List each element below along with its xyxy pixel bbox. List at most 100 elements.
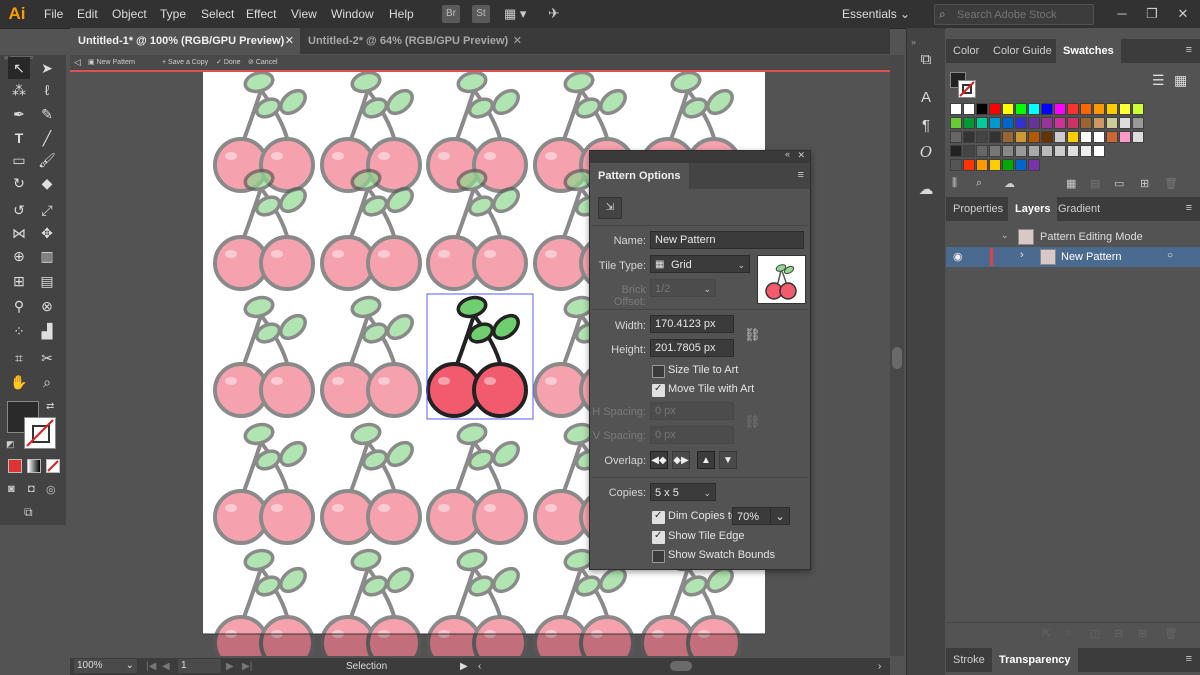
collapse-icon[interactable]: «: [785, 149, 790, 159]
menu-view[interactable]: View: [285, 0, 323, 28]
copies-select[interactable]: 5 x 5 ⌄: [650, 483, 716, 501]
swatch[interactable]: [989, 145, 1001, 157]
panel-menu-icon[interactable]: ≡: [1186, 44, 1192, 56]
layer-row-new-pattern[interactable]: ◉ › New Pattern ○: [946, 247, 1200, 267]
swatch[interactable]: [1028, 117, 1040, 129]
swatch[interactable]: [1028, 103, 1040, 115]
hscroll-left-icon[interactable]: ‹: [478, 658, 481, 675]
cloud-library-icon[interactable]: ☁: [1004, 177, 1015, 190]
swatch[interactable]: [950, 117, 962, 129]
v-spacing-field[interactable]: [650, 426, 734, 444]
swatch[interactable]: [976, 145, 988, 157]
back-arrow-icon[interactable]: ◁: [74, 55, 81, 70]
zoom-select[interactable]: 100% ⌄: [74, 659, 137, 673]
tile-type-select[interactable]: ▦ Grid ⌄: [650, 255, 750, 273]
swatch[interactable]: [1067, 117, 1079, 129]
close-window-button[interactable]: ✕: [1168, 0, 1198, 28]
line-tool-icon[interactable]: ╱: [36, 127, 58, 149]
magic-wand-tool-icon[interactable]: ⁂: [8, 79, 30, 101]
hand-tool-icon[interactable]: ✋: [8, 371, 30, 393]
screen-mode-icon[interactable]: ⧉: [24, 505, 33, 520]
swatch[interactable]: [1119, 103, 1131, 115]
opentype-panel-icon[interactable]: O: [916, 142, 936, 162]
swatch[interactable]: [1054, 117, 1066, 129]
tab-stroke[interactable]: Stroke: [946, 648, 992, 672]
dim-copies-dropdown[interactable]: ⌄: [770, 507, 790, 525]
thumbnail-view-icon[interactable]: ▦: [1174, 72, 1187, 89]
swatch[interactable]: [1093, 145, 1105, 157]
swatch[interactable]: [1080, 117, 1092, 129]
delete-swatch-icon[interactable]: 🗑: [1164, 177, 1178, 190]
tab-properties[interactable]: Properties: [946, 197, 1010, 221]
mesh-tool-icon[interactable]: ⊞: [8, 270, 30, 292]
swatch[interactable]: [1028, 131, 1040, 143]
swatch[interactable]: [989, 159, 1001, 171]
arrange-documents-icon[interactable]: ▦ ▾: [504, 6, 526, 22]
swatch[interactable]: [976, 103, 988, 115]
none-mode-icon[interactable]: [46, 459, 60, 473]
locate-object-icon[interactable]: ⌕: [1066, 627, 1072, 640]
minimize-button[interactable]: ─: [1107, 0, 1137, 28]
stock-icon[interactable]: St: [472, 5, 490, 23]
direct-selection-tool-icon[interactable]: ➤: [36, 57, 58, 79]
stock-search-box[interactable]: ⌕: [934, 4, 1094, 25]
swatch-options-icon[interactable]: ▦: [1066, 177, 1076, 190]
swatch[interactable]: [1080, 131, 1092, 143]
scale-tool-icon[interactable]: ⤢: [36, 199, 58, 221]
swatch[interactable]: [1119, 131, 1131, 143]
swatch[interactable]: [963, 117, 975, 129]
swatch[interactable]: [963, 103, 975, 115]
size-tile-to-art-checkbox[interactable]: [652, 365, 665, 378]
swatch[interactable]: [1132, 103, 1144, 115]
swatch[interactable]: [1132, 117, 1144, 129]
draw-behind-icon[interactable]: ◘: [28, 483, 35, 495]
overlap-left-in-front-icon[interactable]: ◀◆: [650, 451, 668, 469]
curvature-tool-icon[interactable]: ✎: [36, 103, 58, 125]
export-icon[interactable]: ⇱: [1042, 627, 1051, 640]
panel-grip[interactable]: « ✕: [590, 149, 810, 163]
swatch[interactable]: [1002, 145, 1014, 157]
swatch[interactable]: [1041, 131, 1053, 143]
free-transform-tool-icon[interactable]: ✥: [36, 222, 58, 244]
new-swatch-icon[interactable]: ⊞: [1140, 177, 1149, 190]
new-color-group-icon[interactable]: ▭: [1114, 177, 1124, 190]
panel-menu-icon[interactable]: ≡: [1186, 653, 1192, 665]
swatch[interactable]: [950, 131, 962, 143]
menu-effect[interactable]: Effect: [240, 0, 282, 28]
gradient-tool-icon[interactable]: ▤: [36, 270, 58, 292]
pattern-tile-tool-icon[interactable]: ⇲: [598, 197, 622, 219]
overlap-bottom-in-front-icon[interactable]: ▼: [719, 451, 737, 469]
swatch[interactable]: [1015, 131, 1027, 143]
swatch[interactable]: [1054, 145, 1066, 157]
swatch-grid[interactable]: [950, 103, 1160, 171]
swatch[interactable]: [976, 117, 988, 129]
shaper-tool-icon[interactable]: ↻: [8, 172, 30, 194]
swatch[interactable]: [1054, 103, 1066, 115]
artboard-number-select[interactable]: 1: [178, 659, 221, 673]
menu-window[interactable]: Window: [325, 0, 380, 28]
pen-tool-icon[interactable]: ✒: [8, 103, 30, 125]
scroll-thumb[interactable]: [892, 347, 902, 369]
paintbrush-tool-icon[interactable]: 🖌: [36, 149, 58, 171]
swatch[interactable]: [1080, 145, 1092, 157]
swatch[interactable]: [963, 131, 975, 143]
swatch-libraries-icon[interactable]: ⫼: [952, 177, 957, 190]
next-artboard-icon[interactable]: ▶: [226, 658, 234, 675]
swatch[interactable]: [950, 159, 962, 171]
swatch[interactable]: [1080, 103, 1092, 115]
swatch[interactable]: [1093, 103, 1105, 115]
swatch[interactable]: [1067, 103, 1079, 115]
tab-transparency[interactable]: Transparency: [992, 648, 1078, 672]
gradient-mode-icon[interactable]: [27, 459, 41, 473]
strip-grip[interactable]: »: [911, 38, 941, 47]
menu-type[interactable]: Type: [154, 0, 192, 28]
list-view-icon[interactable]: ☰: [1152, 72, 1165, 89]
swatch[interactable]: [1002, 131, 1014, 143]
tab-untitled-1[interactable]: Untitled-1* @ 100% (RGB/GPU Preview) ✕: [70, 28, 300, 54]
show-tile-edge-checkbox[interactable]: [652, 530, 665, 544]
horizontal-scroll-thumb[interactable]: [670, 661, 692, 671]
swatch[interactable]: [1106, 103, 1118, 115]
swatch[interactable]: [1093, 131, 1105, 143]
type-tool-icon[interactable]: T: [8, 127, 30, 149]
chevron-right-icon[interactable]: ›: [1020, 249, 1024, 261]
